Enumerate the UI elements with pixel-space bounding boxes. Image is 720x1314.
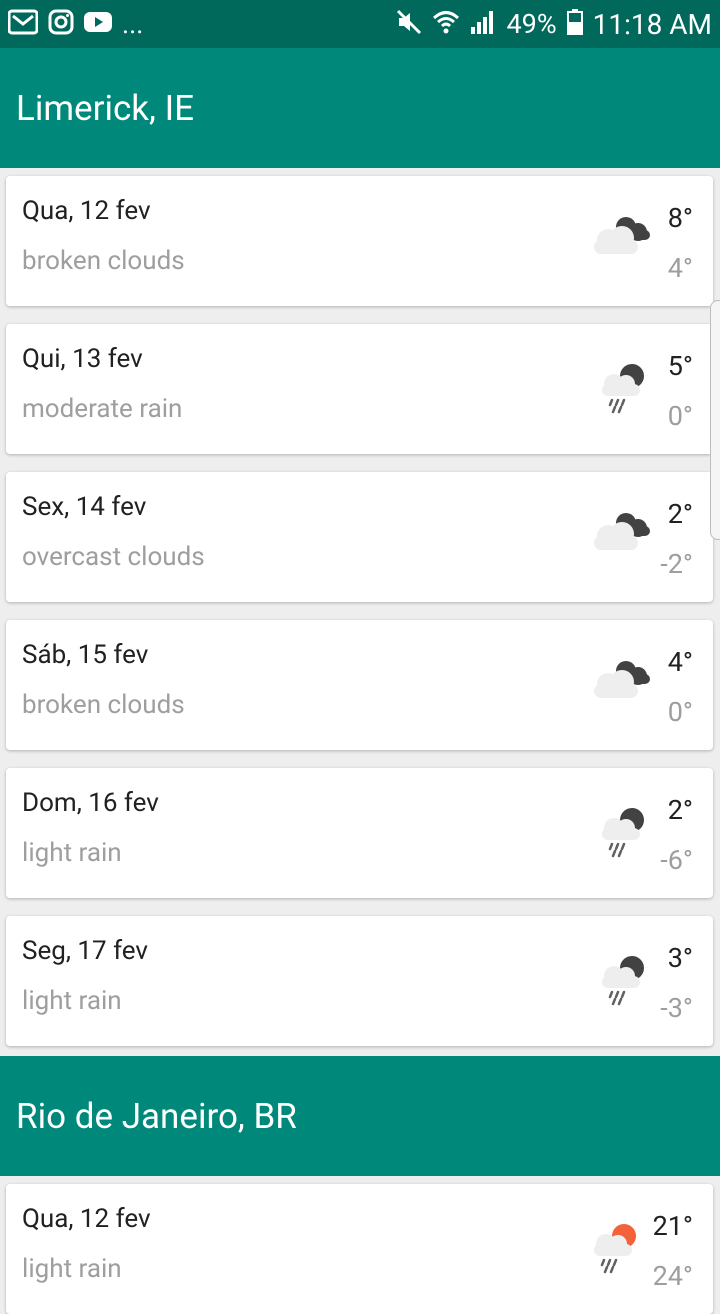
battery-percent: 49% <box>506 8 557 40</box>
high-temp: 8° <box>667 202 693 234</box>
high-temp: 5° <box>667 350 693 382</box>
wifi-icon <box>432 9 460 39</box>
rain-icon <box>602 956 644 1006</box>
city-header: Limerick, IE <box>0 48 720 168</box>
sun-rain-icon <box>594 1224 636 1274</box>
forecast-card[interactable]: Qua, 12 fev light rain 21° 24° <box>6 1184 713 1314</box>
clouds-icon <box>594 661 650 698</box>
high-temp: 2° <box>667 498 693 530</box>
low-temp: 24° <box>652 1260 693 1292</box>
forecast-description: light rain <box>22 986 122 1016</box>
forecast-date: Qua, 12 fev <box>22 196 151 226</box>
forecast-card[interactable]: Sáb, 15 fev broken clouds 4° 0° <box>6 620 713 750</box>
clock: 11:18 AM <box>592 7 712 41</box>
forecast-date: Dom, 16 fev <box>22 788 159 818</box>
forecast-description: broken clouds <box>22 246 185 276</box>
low-temp: -6° <box>660 844 693 876</box>
clouds-icon <box>594 513 650 550</box>
low-temp: -3° <box>660 992 693 1024</box>
more-notifications: ... <box>122 8 144 40</box>
forecast-date: Sex, 14 fev <box>22 492 147 522</box>
forecast-description: overcast clouds <box>22 542 205 572</box>
clouds-icon <box>594 217 650 254</box>
high-temp: 3° <box>667 942 693 974</box>
forecast-description: light rain <box>22 838 122 868</box>
forecast-description: broken clouds <box>22 690 185 720</box>
mute-icon <box>396 9 422 39</box>
low-temp: -2° <box>660 548 693 580</box>
instagram-icon <box>48 9 74 39</box>
forecast-card[interactable]: Seg, 17 fev light rain 3° -3° <box>6 916 713 1046</box>
forecast-date: Qua, 12 fev <box>22 1204 151 1234</box>
rain-icon <box>602 364 644 414</box>
forecast-date: Qui, 13 fev <box>22 344 143 374</box>
rain-icon <box>602 808 644 858</box>
forecast-card[interactable]: Qui, 13 fev moderate rain 5° 0° <box>6 324 713 454</box>
scroll-indicator[interactable] <box>710 300 720 540</box>
high-temp: 4° <box>667 646 693 678</box>
low-temp: 0° <box>667 400 693 432</box>
youtube-icon <box>84 11 112 37</box>
forecast-card[interactable]: Sex, 14 fev overcast clouds 2° -2° <box>6 472 713 602</box>
system-icons: 49% 11:18 AM <box>396 8 712 41</box>
signal-icon <box>470 9 496 39</box>
forecast-card[interactable]: Qua, 12 fev broken clouds 8° 4° <box>6 176 713 306</box>
notification-icons: ... <box>7 8 144 40</box>
high-temp: 21° <box>652 1210 693 1242</box>
status-bar: ... 49% 11:18 AM <box>0 0 720 48</box>
high-temp: 2° <box>667 794 693 826</box>
city-header: Rio de Janeiro, BR <box>0 1056 720 1176</box>
battery-icon <box>566 9 583 39</box>
forecast-date: Seg, 17 fev <box>22 936 149 966</box>
forecast-date: Sáb, 15 fev <box>22 640 149 670</box>
low-temp: 0° <box>667 696 693 728</box>
gmail-icon <box>7 9 39 39</box>
low-temp: 4° <box>667 252 693 284</box>
forecast-description: moderate rain <box>22 394 183 424</box>
forecast-card[interactable]: Dom, 16 fev light rain 2° -6° <box>6 768 713 898</box>
